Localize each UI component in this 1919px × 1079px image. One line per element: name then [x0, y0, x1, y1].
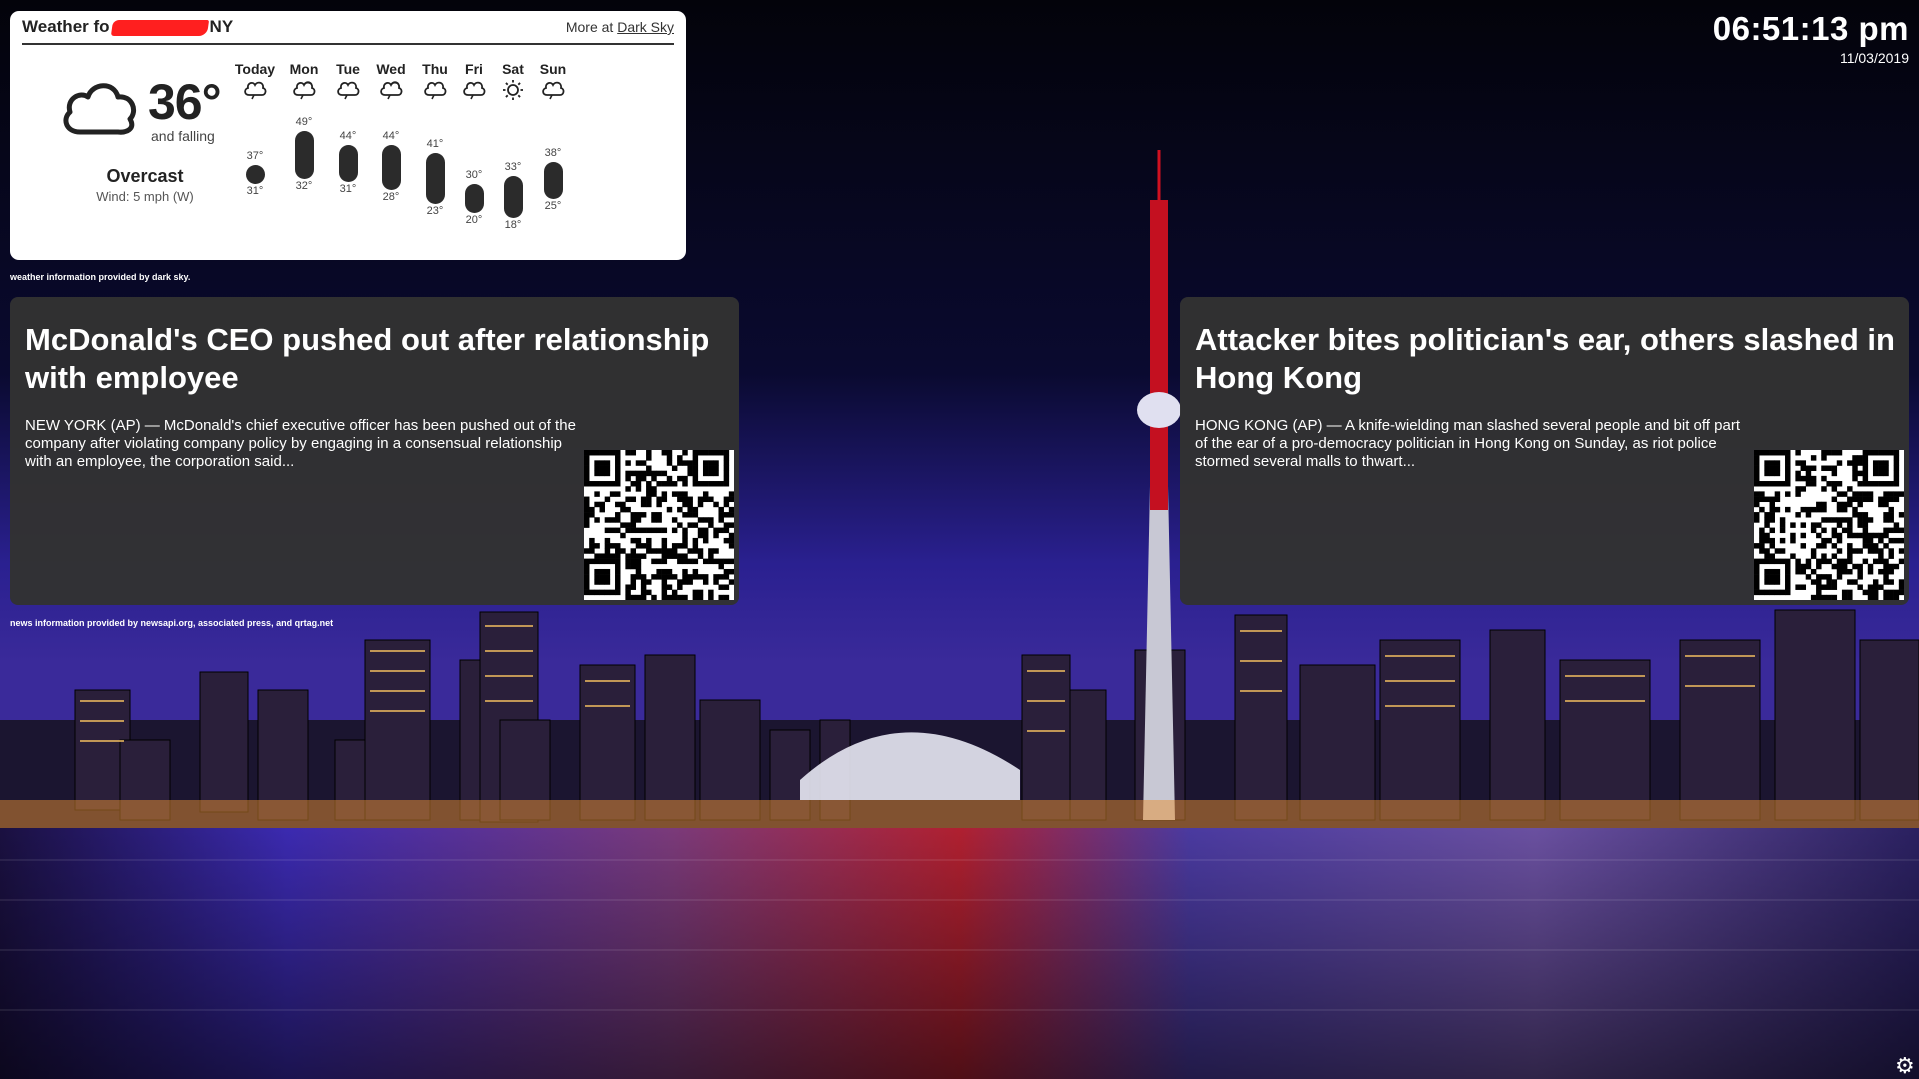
forecast-day: Wed 44° 28° [366, 11, 416, 260]
partly-cloudy-icon [380, 81, 403, 100]
clock: 06:51:13 pm 11/03/2019 [1713, 10, 1909, 66]
news-summary: HONG KONG (AP) — A knife-wielding man sl… [1195, 417, 1740, 470]
gear-icon[interactable]: ⚙ [1895, 1055, 1917, 1077]
cloud-icon [542, 81, 565, 100]
news-credit: news information provided by newsapi.org… [10, 618, 334, 628]
forecast-high: 38° [544, 146, 562, 159]
forecast-day-name: Today [234, 61, 276, 77]
clock-time: 06:51:13 pm [1712, 10, 1909, 47]
forecast-day: Mon 49° 32° [279, 11, 329, 260]
forecast-low: 32° [295, 179, 313, 192]
temperature-range-bar [504, 176, 523, 219]
news-headline: Attacker bites politician's ear, others … [1195, 322, 1895, 395]
qr-code-graphic [1754, 450, 1904, 600]
forecast-day: Sun 38° 25° [528, 11, 578, 260]
cloud-icon [463, 81, 486, 100]
news-summary: NEW YORK (AP) — McDonald's chief executi… [25, 417, 576, 470]
cloud-icon [424, 81, 447, 100]
forecast-day-name: Wed [376, 61, 406, 77]
temperature-range-bar [295, 130, 314, 179]
news-card[interactable]: Attacker bites politician's ear, others … [1180, 297, 1909, 605]
forecast-day: Today 37° 31° [230, 11, 280, 260]
news-card[interactable]: McDonald's CEO pushed out after relation… [10, 297, 739, 605]
weather-widget: Weather fo NY More at Dark Sky 36° and fa… [10, 11, 686, 260]
forecast-high: 49° [295, 115, 313, 128]
news-headline: McDonald's CEO pushed out after relation… [25, 322, 710, 395]
forecast-high: 37° [246, 149, 264, 162]
qr-code-graphic [584, 450, 734, 600]
cloud-icon [244, 81, 267, 100]
forecast-low: 28° [382, 191, 400, 204]
cloud-icon [337, 81, 360, 100]
forecast-day-name: Sun [539, 61, 567, 77]
forecast-day-name: Mon [289, 61, 319, 77]
temperature-range-bar [544, 161, 563, 199]
temperature-range-bar [339, 144, 358, 182]
partly-cloudy-icon [293, 81, 316, 100]
forecast: Today 37° 31° Mon 49° 32° Tue 44° 31° Wed 44° 28° Th… [10, 11, 686, 260]
weather-credit: weather information provided by dark sky… [10, 272, 191, 282]
temperature-range-bar [246, 164, 265, 184]
forecast-high: 44° [382, 129, 400, 142]
temperature-range-bar [426, 153, 445, 205]
clock-date: 11/03/2019 [1839, 50, 1909, 66]
temperature-range-bar [382, 144, 401, 191]
sun-icon [503, 80, 523, 100]
qr-code[interactable] [584, 450, 734, 600]
forecast-low: 31° [246, 184, 264, 197]
qr-code[interactable] [1754, 450, 1904, 600]
forecast-low: 25° [544, 199, 562, 212]
temperature-range-bar [465, 184, 484, 213]
